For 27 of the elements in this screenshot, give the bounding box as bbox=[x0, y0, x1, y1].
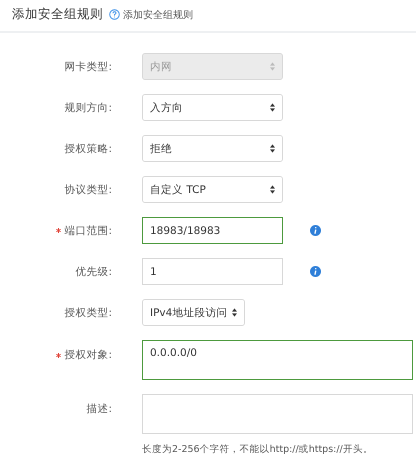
info-icon[interactable] bbox=[310, 266, 321, 277]
field-label: 端口范围: bbox=[64, 224, 112, 238]
select-dropdown[interactable]: 自定义 TCP bbox=[142, 176, 283, 203]
field-label: 协议类型: bbox=[64, 182, 112, 196]
select-dropdown[interactable]: 拒绝 bbox=[142, 135, 283, 162]
input-field[interactable]: 18983/18983 bbox=[142, 217, 283, 244]
text-area[interactable]: 0.0.0.0/0 bbox=[142, 340, 413, 380]
sort-arrows-icon bbox=[270, 103, 275, 112]
sort-arrows-icon bbox=[270, 62, 275, 71]
field-label: 描述: bbox=[86, 402, 112, 416]
sort-arrows-icon bbox=[270, 144, 275, 153]
field-label: 授权类型: bbox=[64, 306, 112, 320]
page-title: 添加安全组规则 bbox=[12, 6, 103, 23]
sort-arrows-icon bbox=[270, 185, 275, 194]
sort-arrows-icon bbox=[232, 308, 237, 317]
field-label: 网卡类型: bbox=[64, 60, 112, 74]
input-field[interactable]: 1 bbox=[142, 258, 283, 285]
field-label: 优先级: bbox=[75, 264, 112, 278]
hint-text: 长度为2-256个字符，不能以http://或https://开头。 bbox=[142, 444, 373, 455]
select-dropdown[interactable]: 入方向 bbox=[142, 94, 283, 121]
field-label: 授权对象: bbox=[64, 348, 112, 362]
help-link[interactable]: 添加安全组规则 bbox=[123, 8, 193, 22]
field-label: 授权策略: bbox=[64, 142, 112, 156]
help-icon[interactable] bbox=[109, 9, 120, 20]
field-label: 规则方向: bbox=[64, 100, 112, 114]
info-icon[interactable] bbox=[310, 225, 321, 236]
select-dropdown[interactable]: IPv4地址段访问 bbox=[142, 299, 245, 326]
